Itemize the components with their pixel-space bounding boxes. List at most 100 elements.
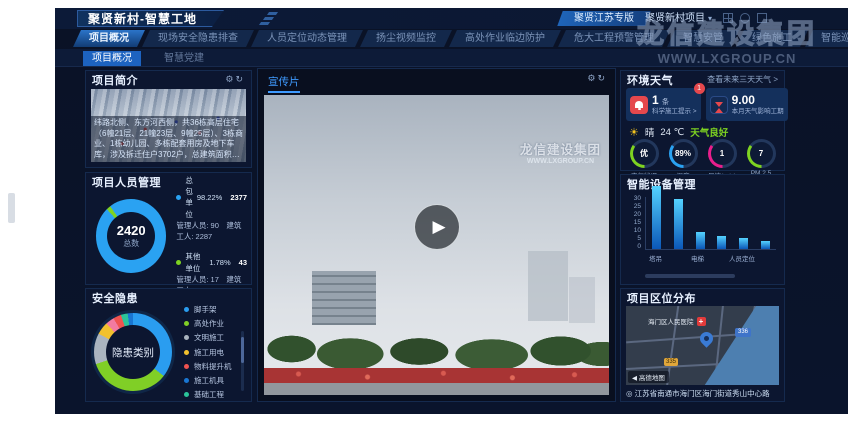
building-left [312, 271, 376, 325]
gear-icon[interactable]: ⚙ [587, 73, 597, 83]
panel-title: 智能设备管理 [627, 176, 696, 192]
gear-icon[interactable]: ⚙ [225, 74, 235, 84]
tab-safety-hazard-check[interactable]: 现场安全隐患排查 [142, 30, 254, 47]
temperature: 24 ℃ [660, 127, 684, 138]
header-bar: 聚贤新村-智慧工地 聚贤江苏专版 聚贤新村项目▾ [55, 8, 848, 29]
play-button[interactable]: ▶ [414, 204, 460, 250]
legend-scrollbar[interactable] [241, 331, 244, 391]
project-render-image: 纬路北侧、东方河西侧，共36栋高层住宅（6幢21层、21幢23层、9幢25层）、… [91, 89, 246, 162]
tab-smart-security[interactable]: 智慧安管 [667, 30, 739, 47]
legend-item: 施工机具 [184, 375, 247, 386]
legend-item: 物料提升机 [184, 361, 247, 372]
y-tick: 25 [634, 203, 641, 210]
sub-nav: 项目概况 智慧党建 [55, 49, 848, 67]
tab-major-project-warning[interactable]: 危大工程预警管理 [558, 30, 670, 47]
grid-icon[interactable] [723, 13, 733, 23]
panel-smart-devices: 智能设备管理 302520151050 塔吊电梯人员定位 [620, 174, 785, 285]
collapsed-drawer-handle[interactable] [8, 193, 15, 223]
panel-title: 项目简介 [92, 72, 138, 88]
refresh-icon[interactable]: ↻ [235, 74, 245, 84]
sun-icon: ☀ [629, 126, 639, 139]
bar [717, 236, 726, 249]
chart-scrollbar[interactable] [645, 274, 735, 278]
header-icons [723, 13, 767, 23]
legend-dot [184, 335, 189, 340]
weather-status: 天气良好 [690, 125, 728, 139]
fullscreen-icon[interactable] [757, 13, 767, 23]
panel-project-intro: 项目简介 ⚙↻ 纬路北侧、东方河西侧，共36栋高层住宅（6幢21层、21幢23层… [85, 70, 252, 168]
x-axis-labels: 塔吊电梯人员定位 [645, 253, 776, 263]
device-bar-chart: 302520151050 塔吊电梯人员定位 [627, 195, 778, 262]
video-frame: 龙信建设集团 WWW.LXGROUP.CN ▶ [264, 95, 609, 395]
panel-title: 环境天气 [627, 72, 673, 88]
legend-item: 施工用电 [184, 347, 247, 358]
dashboard: 聚贤新村-智慧工地 聚贤江苏专版 聚贤新村项目▾ 龙信建设集团 WWW.LXGR… [55, 8, 848, 414]
bar [652, 186, 661, 249]
app-title: 聚贤新村-智慧工地 [77, 10, 224, 27]
hospital-cross-icon: + [697, 317, 706, 326]
legend-item: 文明施工 [184, 332, 247, 343]
personnel-donut-chart: 2420 总数 [96, 199, 166, 273]
y-tick: 30 [634, 195, 641, 202]
impact-label: 本月天气影响工期 [732, 108, 784, 115]
tab-personnel-location[interactable]: 人员定位动态管理 [251, 30, 363, 47]
bar-label: 电梯 [687, 253, 708, 263]
construction-tips-card[interactable]: 1 条 科学施工提示 > 1 [626, 88, 701, 121]
hourglass-icon [710, 96, 728, 114]
personnel-total: 2420 [117, 223, 146, 238]
panel-personnel: 项目人员管理 2420 总数 总包单位98.22%2377 管理人员: 90 建… [85, 172, 252, 285]
location-icon: ◎ [626, 389, 633, 398]
page: 聚贤新村-智慧工地 聚贤江苏专版 聚贤新村项目▾ 龙信建设集团 WWW.LXGR… [0, 0, 863, 422]
legend-dot [176, 260, 181, 265]
panel-title: 项目区位分布 [627, 290, 696, 306]
legend-item: 高处作业 [184, 318, 247, 329]
legend-dot [184, 392, 189, 397]
tab-promo-video[interactable]: 宣传片 [268, 74, 300, 93]
hazard-donut-chart: 隐患类别 [94, 313, 172, 391]
refresh-icon[interactable]: ↻ [597, 73, 607, 83]
video-watermark: 龙信建设集团 WWW.LXGROUP.CN [520, 139, 601, 165]
legend-item: 总包单位98.22%2377 管理人员: 90 建筑工人: 2287 [176, 175, 247, 243]
y-tick: 20 [634, 211, 641, 218]
legend-dot [184, 307, 189, 312]
weather-impact-card[interactable]: 9.00 本月天气影响工期 [706, 88, 788, 121]
subtab-party-building[interactable]: 智慧党建 [155, 51, 213, 66]
personnel-legend: 总包单位98.22%2377 管理人员: 90 建筑工人: 2287 其他单位1… [176, 175, 247, 297]
region-version-button[interactable]: 聚贤江苏专版 [557, 11, 650, 26]
project-address: ◎ 江苏省南通市海门区海门街道秀山中心路 [626, 388, 770, 399]
legend-dot [176, 195, 181, 200]
weather-condition: 晴 [645, 125, 655, 139]
river [704, 306, 779, 385]
subtab-project-overview[interactable]: 项目概况 [83, 51, 141, 66]
bar [739, 238, 748, 249]
tab-project-overview[interactable]: 项目概况 [73, 30, 145, 47]
y-tick: 0 [637, 243, 641, 250]
building-far [569, 277, 595, 323]
tab-high-work-protection[interactable]: 高处作业临边防护 [449, 30, 561, 47]
legend-dot [184, 364, 189, 369]
road-badge-yellow: 335 [664, 358, 678, 366]
bar [696, 232, 705, 249]
tab-smart-patrol[interactable]: 智能巡安 [805, 30, 848, 47]
building-far [528, 251, 568, 321]
personnel-total-label: 总数 [123, 238, 139, 249]
message-icon[interactable] [740, 13, 750, 23]
road-badge-blue: 336 [735, 328, 751, 337]
weather-forecast-link[interactable]: 查看未来三天天气 > [707, 74, 778, 85]
main-nav: 项目概况 现场安全隐患排查 人员定位动态管理 扬尘视频监控 高处作业临边防护 危… [77, 30, 848, 47]
current-weather: ☀ 晴 24 ℃ 天气良好 [629, 125, 728, 139]
map-canvas[interactable]: 海门区人民医院 + 336 335 ◀ 高德地图 [626, 306, 779, 385]
project-selector[interactable]: 聚贤新村项目▾ [645, 11, 712, 26]
bar [761, 241, 770, 249]
map-pin-icon[interactable] [697, 329, 715, 347]
panel-location-map: 项目区位分布 海门区人民医院 + 336 335 ◀ 高德地图 ◎ 江苏省南通市… [620, 288, 785, 402]
bar-label [708, 253, 729, 263]
play-icon: ▶ [432, 217, 445, 237]
hospital-label: 海门区人民医院 + [648, 316, 706, 326]
tab-dust-video-monitor[interactable]: 扬尘视频监控 [360, 30, 452, 47]
y-tick: 10 [634, 227, 641, 234]
tab-green-construction[interactable]: 绿色施工 [736, 30, 808, 47]
bar-label [755, 253, 776, 263]
panel-title: 安全隐患 [92, 290, 138, 306]
decorative-slashes [260, 12, 290, 24]
